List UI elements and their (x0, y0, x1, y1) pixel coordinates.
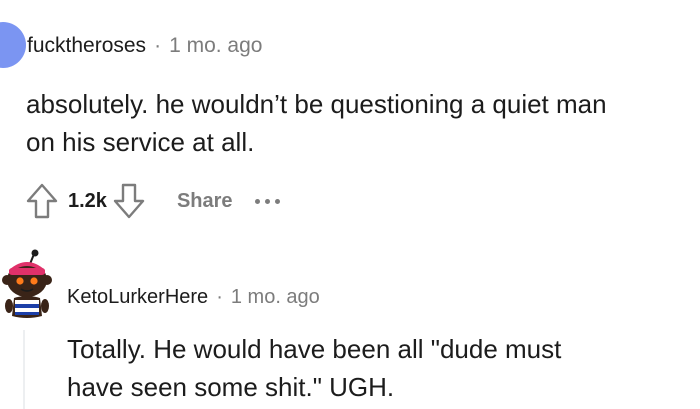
comment-body-line: Totally. He would have been all "dude mu… (67, 334, 562, 364)
comment-body: absolutely. he wouldn’t be questioning a… (26, 85, 686, 161)
comment-meta: fucktheroses · 1 mo. ago (27, 33, 262, 59)
vote-score: 1.2k (68, 189, 107, 212)
dot-icon (264, 198, 270, 204)
downvote-icon[interactable] (109, 179, 149, 223)
upvote-icon[interactable] (22, 179, 62, 223)
comment-body: Totally. He would have been all "dude mu… (67, 330, 687, 406)
comment-timestamp[interactable]: 1 mo. ago (231, 286, 320, 308)
dot-icon (254, 198, 260, 204)
comment-author[interactable]: fucktheroses (27, 34, 146, 57)
comment-body-line: have seen some shit." UGH. (67, 372, 395, 402)
avatar[interactable] (0, 248, 56, 324)
avatar[interactable] (0, 22, 26, 68)
comment-actions: 1.2k Share (22, 179, 280, 223)
comment-meta: KetoLurkerHere · 1 mo. ago (67, 284, 320, 310)
meta-separator: · (216, 286, 223, 308)
share-button[interactable]: Share (177, 190, 233, 213)
thread-line[interactable] (23, 330, 25, 409)
comment-author[interactable]: KetoLurkerHere (67, 286, 208, 308)
comment-body-line: absolutely. he wouldn’t be questioning a… (26, 89, 607, 119)
more-options-icon[interactable] (254, 198, 280, 204)
comment-body-line: on his service at all. (26, 127, 255, 157)
dot-icon (274, 198, 280, 204)
meta-separator: · (154, 34, 162, 57)
comment-timestamp[interactable]: 1 mo. ago (169, 34, 262, 57)
